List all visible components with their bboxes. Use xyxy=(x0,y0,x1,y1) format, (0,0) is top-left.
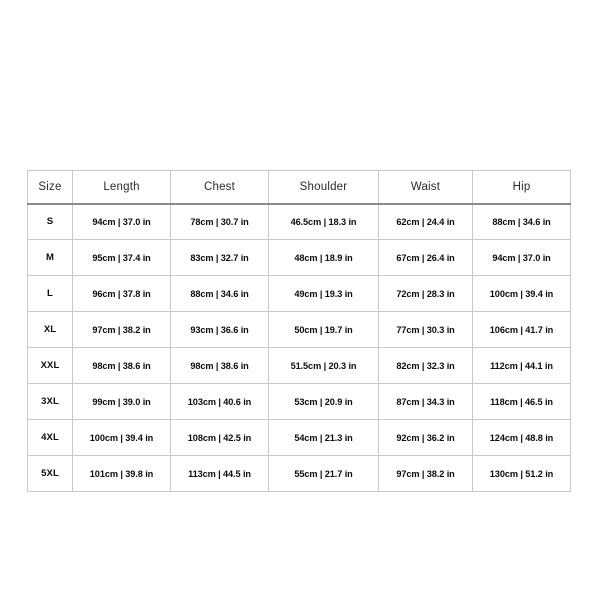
column-header-hip: Hip xyxy=(472,170,571,205)
table-row: L 96cm | 37.8 in 88cm | 34.6 in 49cm | 19.3… xyxy=(27,275,571,312)
cell-waist: 62cm | 24.4 in xyxy=(378,203,473,240)
cell-size: 5XL xyxy=(27,455,73,492)
cell-waist: 82cm | 32.3 in xyxy=(378,347,473,384)
cell-shoulder: 51.5cm | 20.3 in xyxy=(268,347,379,384)
column-header-length: Length xyxy=(72,170,171,205)
cell-length: 97cm | 38.2 in xyxy=(72,311,171,348)
cell-hip: 118cm | 46.5 in xyxy=(472,383,571,420)
table-row: XXL 98cm | 38.6 in 98cm | 38.6 in 51.5cm | … xyxy=(27,347,571,384)
cell-chest: 108cm | 42.5 in xyxy=(170,419,269,456)
cell-hip: 94cm | 37.0 in xyxy=(472,239,571,276)
cell-chest: 78cm | 30.7 in xyxy=(170,203,269,240)
column-header-size: Size xyxy=(27,170,73,205)
cell-length: 95cm | 37.4 in xyxy=(72,239,171,276)
table-row: 5XL 101cm | 39.8 in 113cm | 44.5 in 55cm | … xyxy=(27,455,571,492)
cell-shoulder: 48cm | 18.9 in xyxy=(268,239,379,276)
table-body: S 94cm | 37.0 in 78cm | 30.7 in 46.5cm | 18… xyxy=(27,203,571,492)
column-header-chest: Chest xyxy=(170,170,269,205)
cell-chest: 88cm | 34.6 in xyxy=(170,275,269,312)
cell-waist: 92cm | 36.2 in xyxy=(378,419,473,456)
cell-chest: 83cm | 32.7 in xyxy=(170,239,269,276)
cell-length: 98cm | 38.6 in xyxy=(72,347,171,384)
cell-size: S xyxy=(27,203,73,240)
cell-chest: 98cm | 38.6 in xyxy=(170,347,269,384)
cell-size: M xyxy=(27,239,73,276)
table-row: XL 97cm | 38.2 in 93cm | 36.6 in 50cm | 19.… xyxy=(27,311,571,348)
header-row: Size Length Chest Shoulder Waist Hip xyxy=(27,170,571,205)
cell-hip: 100cm | 39.4 in xyxy=(472,275,571,312)
table-row: 4XL 100cm | 39.4 in 108cm | 42.5 in 54cm | … xyxy=(27,419,571,456)
cell-shoulder: 55cm | 21.7 in xyxy=(268,455,379,492)
table-row: M 95cm | 37.4 in 83cm | 32.7 in 48cm | 18.9… xyxy=(27,239,571,276)
cell-shoulder: 49cm | 19.3 in xyxy=(268,275,379,312)
cell-shoulder: 50cm | 19.7 in xyxy=(268,311,379,348)
cell-length: 94cm | 37.0 in xyxy=(72,203,171,240)
cell-size: XL xyxy=(27,311,73,348)
cell-hip: 130cm | 51.2 in xyxy=(472,455,571,492)
cell-waist: 87cm | 34.3 in xyxy=(378,383,473,420)
cell-shoulder: 54cm | 21.3 in xyxy=(268,419,379,456)
cell-chest: 93cm | 36.6 in xyxy=(170,311,269,348)
size-chart-table: Size Length Chest Shoulder Waist Hip S 94… xyxy=(27,170,571,492)
cell-size: 3XL xyxy=(27,383,73,420)
cell-length: 99cm | 39.0 in xyxy=(72,383,171,420)
cell-hip: 112cm | 44.1 in xyxy=(472,347,571,384)
table-row: 3XL 99cm | 39.0 in 103cm | 40.6 in 53cm | 2… xyxy=(27,383,571,420)
column-header-shoulder: Shoulder xyxy=(268,170,379,205)
cell-waist: 77cm | 30.3 in xyxy=(378,311,473,348)
cell-length: 100cm | 39.4 in xyxy=(72,419,171,456)
table-row: S 94cm | 37.0 in 78cm | 30.7 in 46.5cm | 18… xyxy=(27,203,571,240)
cell-shoulder: 53cm | 20.9 in xyxy=(268,383,379,420)
cell-shoulder: 46.5cm | 18.3 in xyxy=(268,203,379,240)
cell-waist: 72cm | 28.3 in xyxy=(378,275,473,312)
cell-waist: 67cm | 26.4 in xyxy=(378,239,473,276)
column-header-waist: Waist xyxy=(378,170,473,205)
cell-hip: 124cm | 48.8 in xyxy=(472,419,571,456)
size-chart-canvas: Size Length Chest Shoulder Waist Hip S 94… xyxy=(0,0,600,600)
cell-size: XXL xyxy=(27,347,73,384)
table-header: Size Length Chest Shoulder Waist Hip xyxy=(27,170,571,205)
cell-length: 96cm | 37.8 in xyxy=(72,275,171,312)
cell-size: 4XL xyxy=(27,419,73,456)
cell-length: 101cm | 39.8 in xyxy=(72,455,171,492)
cell-chest: 113cm | 44.5 in xyxy=(170,455,269,492)
cell-waist: 97cm | 38.2 in xyxy=(378,455,473,492)
cell-chest: 103cm | 40.6 in xyxy=(170,383,269,420)
cell-size: L xyxy=(27,275,73,312)
cell-hip: 106cm | 41.7 in xyxy=(472,311,571,348)
cell-hip: 88cm | 34.6 in xyxy=(472,203,571,240)
